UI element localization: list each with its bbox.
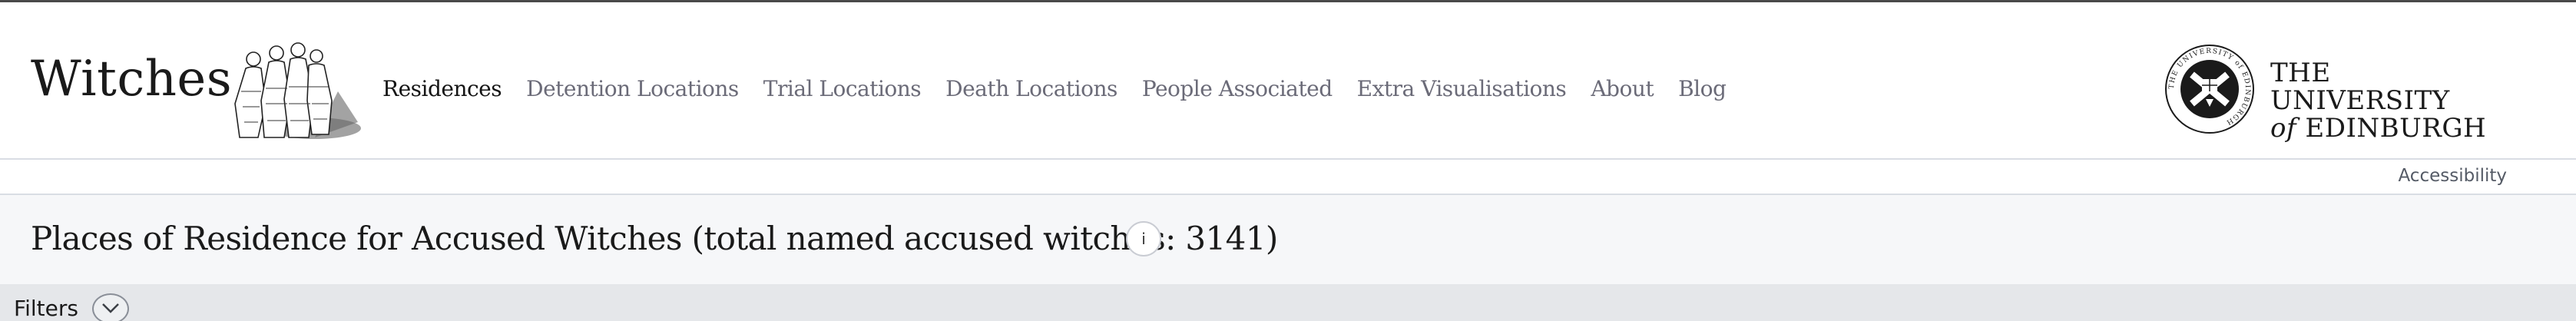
site-brand[interactable]: Witches — [31, 55, 232, 104]
chevron-down-icon — [102, 303, 119, 313]
filters-bar: Filters — [0, 284, 2576, 321]
filters-label[interactable]: Filters — [14, 296, 78, 321]
filters-toggle-button[interactable] — [92, 293, 129, 321]
info-icon: i — [1141, 230, 1146, 248]
accessibility-bar: Accessibility — [0, 158, 2576, 195]
nav-death-locations[interactable]: Death Locations — [945, 76, 1117, 101]
university-wordmark: THE UNIVERSITY of EDINBURGH — [2270, 59, 2518, 142]
nav-detention-locations[interactable]: Detention Locations — [526, 76, 739, 101]
info-button[interactable]: i — [1126, 221, 1161, 256]
university-logo[interactable]: THE UNIVERSITY of EDINBURGH THE UNIVERSI… — [2164, 44, 2518, 142]
university-line1: THE UNIVERSITY — [2270, 58, 2450, 116]
site-header: Witches Residences Detention Locations T… — [0, 2, 2576, 158]
nav-people-associated[interactable]: People Associated — [1142, 76, 1333, 101]
accessibility-link[interactable]: Accessibility — [2398, 166, 2507, 186]
nav-trial-locations[interactable]: Trial Locations — [763, 76, 922, 101]
university-line2: EDINBURGH — [2305, 113, 2487, 144]
nav-residences[interactable]: Residences — [382, 76, 502, 101]
university-crest-icon: THE UNIVERSITY of EDINBURGH — [2165, 45, 2254, 134]
page-title: Places of Residence for Accused Witches … — [31, 220, 1278, 257]
university-of: of — [2270, 113, 2297, 144]
main-nav: Residences Detention Locations Trial Loc… — [382, 73, 1750, 104]
nav-blog[interactable]: Blog — [1678, 76, 1727, 101]
nav-about[interactable]: About — [1591, 76, 1654, 101]
title-bar: Places of Residence for Accused Witches … — [0, 195, 2576, 284]
nav-extra-visualisations[interactable]: Extra Visualisations — [1357, 76, 1567, 101]
witches-logo-icon[interactable] — [223, 30, 361, 144]
